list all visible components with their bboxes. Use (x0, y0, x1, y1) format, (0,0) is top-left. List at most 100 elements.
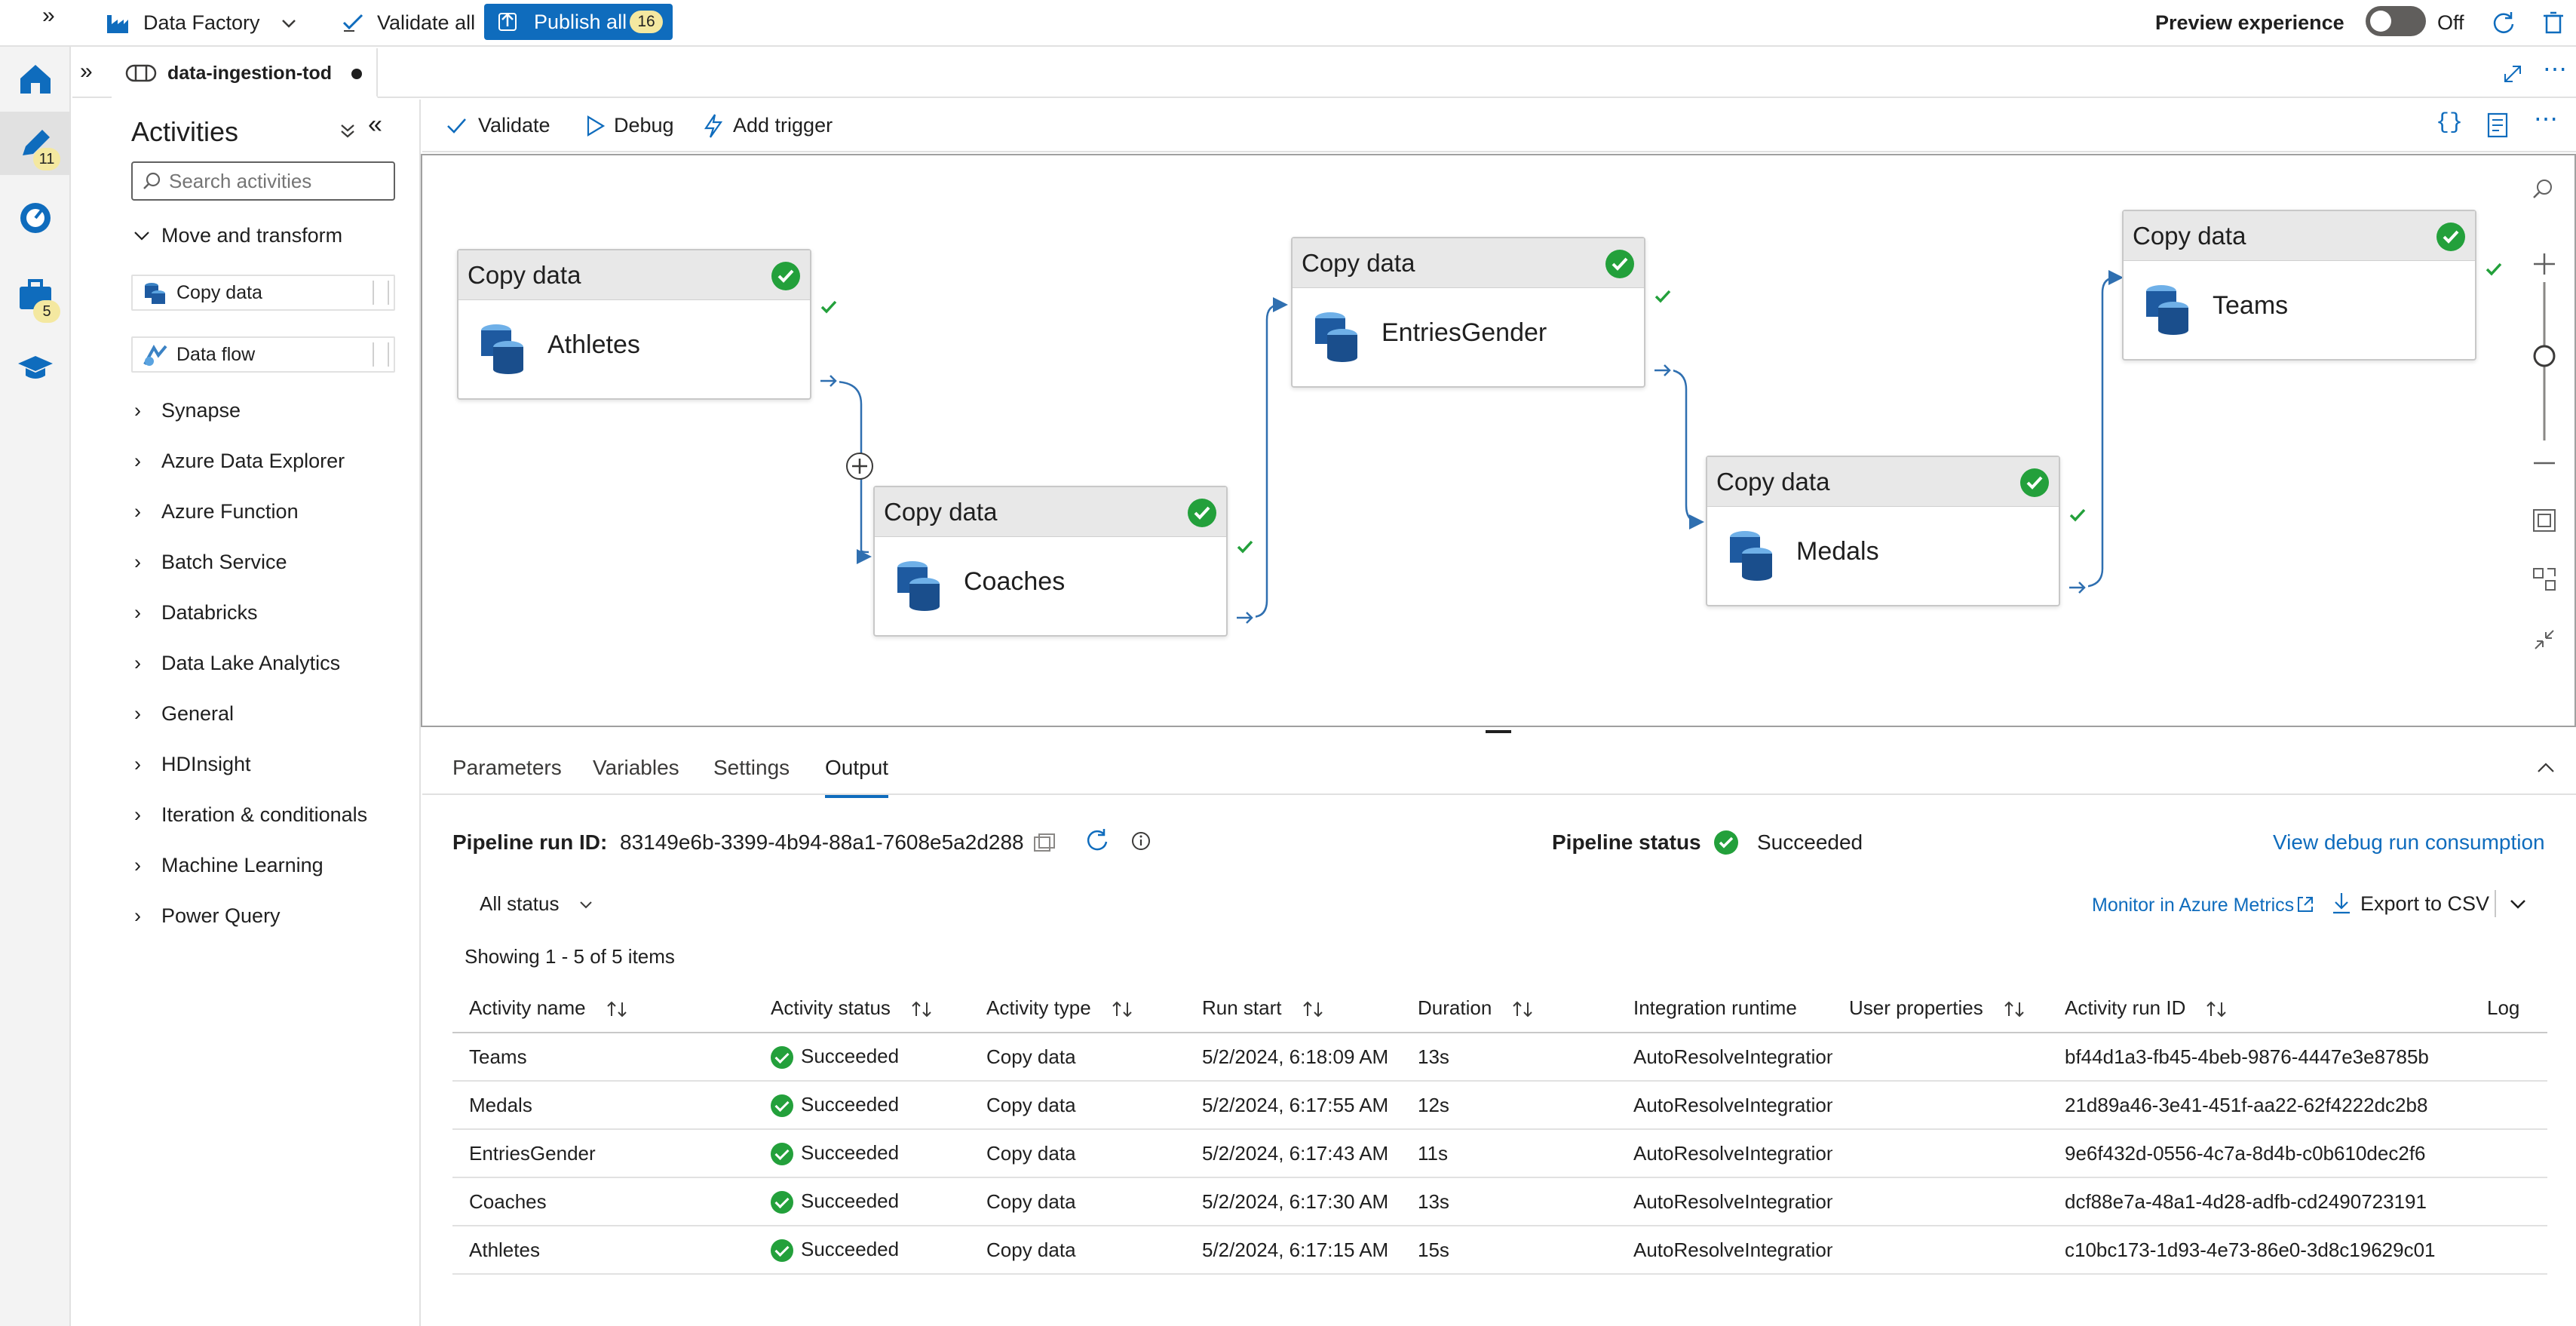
divider (2495, 890, 2496, 917)
activity-node-entriesgender[interactable]: Copy data EntriesGender (1291, 237, 1645, 388)
sort-icon[interactable] (1111, 999, 1133, 1019)
completion-port-icon[interactable] (817, 370, 840, 392)
collapse-all-icon[interactable] (338, 121, 357, 140)
table-row[interactable]: Medals Succeeded Copy data 5/2/2024, 6:1… (452, 1081, 2547, 1130)
tab-variables[interactable]: Variables (593, 741, 679, 795)
drag-handle-icon[interactable] (373, 342, 389, 367)
sort-icon[interactable] (1302, 999, 1324, 1019)
status-filter[interactable]: All status (480, 887, 592, 920)
tab-parameters[interactable]: Parameters (452, 741, 562, 795)
table-row[interactable]: Teams Succeeded Copy data 5/2/2024, 6:18… (452, 1033, 2547, 1082)
chevron-down-icon[interactable] (281, 15, 297, 32)
maximize-icon[interactable] (2502, 63, 2523, 84)
zoom-controls (2522, 169, 2567, 649)
success-port-icon[interactable] (1234, 536, 1256, 558)
category-label: Iteration & conditionals (161, 803, 368, 826)
refresh-icon[interactable] (1083, 827, 1112, 855)
success-port-icon[interactable] (2066, 504, 2089, 526)
monitor-azure-metrics-link[interactable]: Monitor in Azure Metrics (2092, 889, 2294, 922)
copy-icon[interactable] (1033, 833, 1056, 852)
validate-button[interactable]: Validate (445, 100, 566, 151)
sort-icon[interactable] (1511, 999, 1534, 1019)
column-label: Duration (1418, 996, 1492, 1019)
table-row[interactable]: Coaches Succeeded Copy data 5/2/2024, 6:… (452, 1177, 2547, 1226)
add-trigger-button[interactable]: Add trigger (700, 100, 866, 151)
drag-handle-icon[interactable] (373, 281, 389, 305)
factory-label[interactable]: Data Factory (143, 0, 260, 45)
activity-data-flow[interactable]: Data flow (131, 336, 395, 373)
sort-icon[interactable] (2003, 999, 2026, 1019)
external-link-icon[interactable] (2295, 895, 2315, 914)
export-csv-button[interactable]: Export to CSV (2360, 887, 2489, 920)
column-duration[interactable]: Duration (1401, 984, 1617, 1033)
column-label: Activity name (469, 996, 586, 1019)
cell-log (2470, 1033, 2547, 1082)
table-row[interactable]: Athletes Succeeded Copy data 5/2/2024, 6… (452, 1226, 2547, 1275)
more-options-icon[interactable]: ⋯ (2543, 54, 2567, 83)
cell-run-start: 5/2/2024, 6:17:15 AM (1185, 1226, 1401, 1275)
activity-copy-data[interactable]: Copy data (131, 275, 395, 311)
cell-activity-type: Copy data (970, 1226, 1185, 1275)
rail-monitor[interactable] (0, 186, 71, 249)
activity-node-teams[interactable]: Copy data Teams (2122, 210, 2476, 361)
activities-panel: Activities « Move and transform Copy dat… (112, 100, 421, 1326)
column-user-properties[interactable]: User properties (1832, 984, 2048, 1033)
activity-node-coaches[interactable]: Copy data Coaches (873, 486, 1228, 637)
activity-node-athletes[interactable]: Copy data Athletes (457, 249, 811, 400)
tab-pipeline[interactable]: data-ingestion-tod (112, 48, 378, 98)
code-view-icon[interactable]: {} (2436, 110, 2463, 136)
table-row[interactable]: EntriesGender Succeeded Copy data 5/2/20… (452, 1129, 2547, 1178)
completion-port-icon[interactable] (1234, 606, 1256, 629)
column-activity-run-id[interactable]: Activity run ID (2048, 984, 2470, 1033)
add-activity-icon[interactable] (845, 451, 875, 481)
discard-icon[interactable] (2540, 9, 2567, 36)
sort-icon[interactable] (910, 999, 933, 1019)
status-text: Succeeded (801, 1189, 900, 1212)
search-activities[interactable] (131, 161, 395, 201)
column-activity-name[interactable]: Activity name (452, 984, 754, 1033)
debug-button[interactable]: Debug (581, 100, 686, 151)
sort-icon[interactable] (606, 999, 628, 1019)
sort-icon[interactable] (2205, 999, 2228, 1019)
tab-output[interactable]: Output (825, 741, 889, 798)
success-icon (771, 1094, 793, 1118)
column-activity-type[interactable]: Activity type (970, 984, 1185, 1033)
column-run-start[interactable]: Run start (1185, 984, 1401, 1033)
expand-rail-icon[interactable]: » (42, 3, 55, 29)
node-header: Copy data (2124, 211, 2475, 261)
preview-toggle[interactable] (2366, 6, 2426, 36)
pipeline-canvas[interactable]: Copy data Athletes Copy data Coaches Cop… (421, 154, 2576, 727)
rail-learning[interactable] (0, 336, 71, 400)
node-type: Copy data (2133, 222, 2246, 250)
more-options-icon[interactable]: ⋯ (2534, 104, 2558, 133)
collapse-panel-icon[interactable] (2535, 757, 2556, 778)
completion-port-icon[interactable] (2066, 576, 2089, 599)
collapse-panel-icon[interactable]: « (368, 110, 382, 140)
success-port-icon[interactable] (817, 296, 840, 318)
column-integration-runtime[interactable]: Integration runtime (1617, 984, 1832, 1033)
expand-panel-icon[interactable]: » (80, 59, 93, 84)
refresh-icon[interactable] (2490, 9, 2517, 36)
validate-all-button[interactable]: Validate all (377, 0, 475, 45)
rail-home[interactable] (0, 47, 71, 110)
tab-settings[interactable]: Settings (713, 741, 790, 795)
search-activities-input[interactable] (169, 169, 388, 193)
column-activity-status[interactable]: Activity status (754, 984, 970, 1033)
publish-all-button[interactable]: Publish all 16 (484, 4, 673, 40)
rail-manage[interactable]: 5 (0, 262, 71, 326)
activity-node-medals[interactable]: Copy data Medals (1706, 456, 2060, 606)
node-type: Copy data (1716, 468, 1830, 496)
properties-icon[interactable] (2486, 112, 2511, 139)
info-icon[interactable] (1130, 830, 1152, 852)
success-port-icon[interactable] (2482, 258, 2505, 281)
completion-port-icon[interactable] (1651, 359, 1674, 382)
column-log[interactable]: Log (2470, 984, 2547, 1033)
view-debug-run-link[interactable]: View debug run consumption (2273, 826, 2545, 859)
category-label: Machine Learning (161, 854, 324, 876)
success-port-icon[interactable] (1651, 285, 1674, 308)
category-label: Databricks (161, 601, 258, 624)
cell-activity-name: EntriesGender (452, 1129, 754, 1178)
panel-splitter[interactable] (1486, 730, 1511, 733)
rail-author[interactable]: 11 (0, 112, 71, 175)
chevron-down-icon[interactable] (2508, 895, 2528, 914)
